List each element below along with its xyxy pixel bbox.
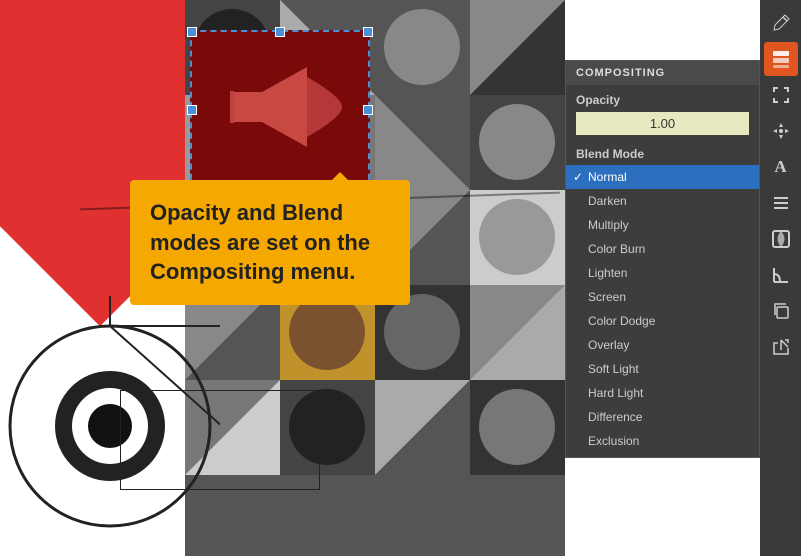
blend-item-screen[interactable]: Screen <box>566 285 759 309</box>
blend-item-difference[interactable]: Difference <box>566 405 759 429</box>
opacity-input[interactable] <box>576 112 749 135</box>
opacity-label: Opacity <box>576 93 749 107</box>
copy-icon[interactable] <box>764 294 798 328</box>
handle-tm[interactable] <box>275 27 285 37</box>
blend-item-color-dodge[interactable]: Color Dodge <box>566 309 759 333</box>
opacity-section: Opacity <box>566 85 759 143</box>
blend-item-lighten[interactable]: Lighten <box>566 261 759 285</box>
megaphone-icon <box>212 47 352 167</box>
blend-item-color-burn[interactable]: Color Burn <box>566 237 759 261</box>
list-icon[interactable] <box>764 186 798 220</box>
blend-mode-label: Blend Mode <box>566 143 759 161</box>
text-icon[interactable]: A <box>764 150 798 184</box>
handle-tl[interactable] <box>187 27 197 37</box>
handle-ml[interactable] <box>187 105 197 115</box>
callout-box: Opacity and Blend modes are set on the C… <box>130 180 410 305</box>
angle-icon[interactable] <box>764 258 798 292</box>
handle-mr[interactable] <box>363 105 373 115</box>
pen-tool-icon[interactable] <box>764 6 798 40</box>
handle-tr[interactable] <box>363 27 373 37</box>
export-icon[interactable] <box>764 330 798 364</box>
compositing-panel: COMPOSITING Opacity Blend Mode Normal Da… <box>565 60 760 458</box>
blend-item-overlay[interactable]: Overlay <box>566 333 759 357</box>
move-icon[interactable] <box>764 114 798 148</box>
fit-icon[interactable] <box>764 78 798 112</box>
layers-icon[interactable] <box>764 42 798 76</box>
blend-item-hard-light[interactable]: Hard Light <box>566 381 759 405</box>
compositing-title: COMPOSITING <box>566 61 759 85</box>
callout-text: Opacity and Blend modes are set on the C… <box>150 198 390 287</box>
blend-item-normal[interactable]: Normal <box>566 165 759 189</box>
blend-item-multiply[interactable]: Multiply <box>566 213 759 237</box>
blend-item-darken[interactable]: Darken <box>566 189 759 213</box>
blend-item-exclusion[interactable]: Exclusion <box>566 429 759 453</box>
blend-mode-list: Normal Darken Multiply Color Burn Lighte… <box>566 161 759 457</box>
blend-item-soft-light[interactable]: Soft Light <box>566 357 759 381</box>
right-toolbar: A <box>760 0 801 556</box>
rect-outline <box>120 390 320 490</box>
mask-icon[interactable] <box>764 222 798 256</box>
